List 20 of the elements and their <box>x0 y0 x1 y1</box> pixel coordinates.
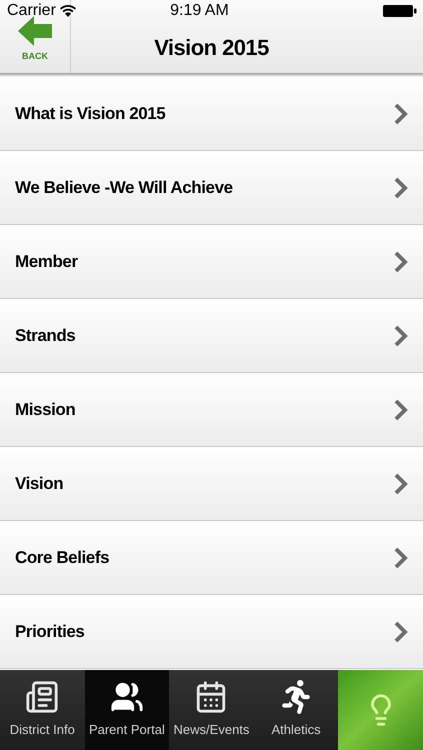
page-title: Vision 2015 <box>154 34 269 62</box>
wifi-icon <box>60 5 76 17</box>
tab[interactable] <box>338 670 423 750</box>
chevron-right-icon <box>394 398 408 420</box>
chevron-right-icon <box>394 250 408 272</box>
tab[interactable]: Parent Portal <box>84 670 170 750</box>
tab[interactable]: News/Events <box>169 670 254 750</box>
time-label: 9:19 AM <box>170 1 229 21</box>
chevron-right-icon <box>394 546 408 568</box>
carrier-label: Carrier <box>7 1 56 21</box>
tab[interactable]: District Info <box>0 670 85 750</box>
chevron-right-icon <box>394 472 408 494</box>
back-arrow-icon <box>18 16 52 46</box>
chevron-right-icon <box>394 102 408 124</box>
tab[interactable]: Athletics <box>254 670 338 750</box>
battery-icon <box>383 4 417 18</box>
newspaper-icon <box>25 680 60 714</box>
chevron-right-icon <box>394 324 408 346</box>
chevron-right-icon <box>394 620 408 642</box>
chevron-right-icon <box>394 176 408 198</box>
